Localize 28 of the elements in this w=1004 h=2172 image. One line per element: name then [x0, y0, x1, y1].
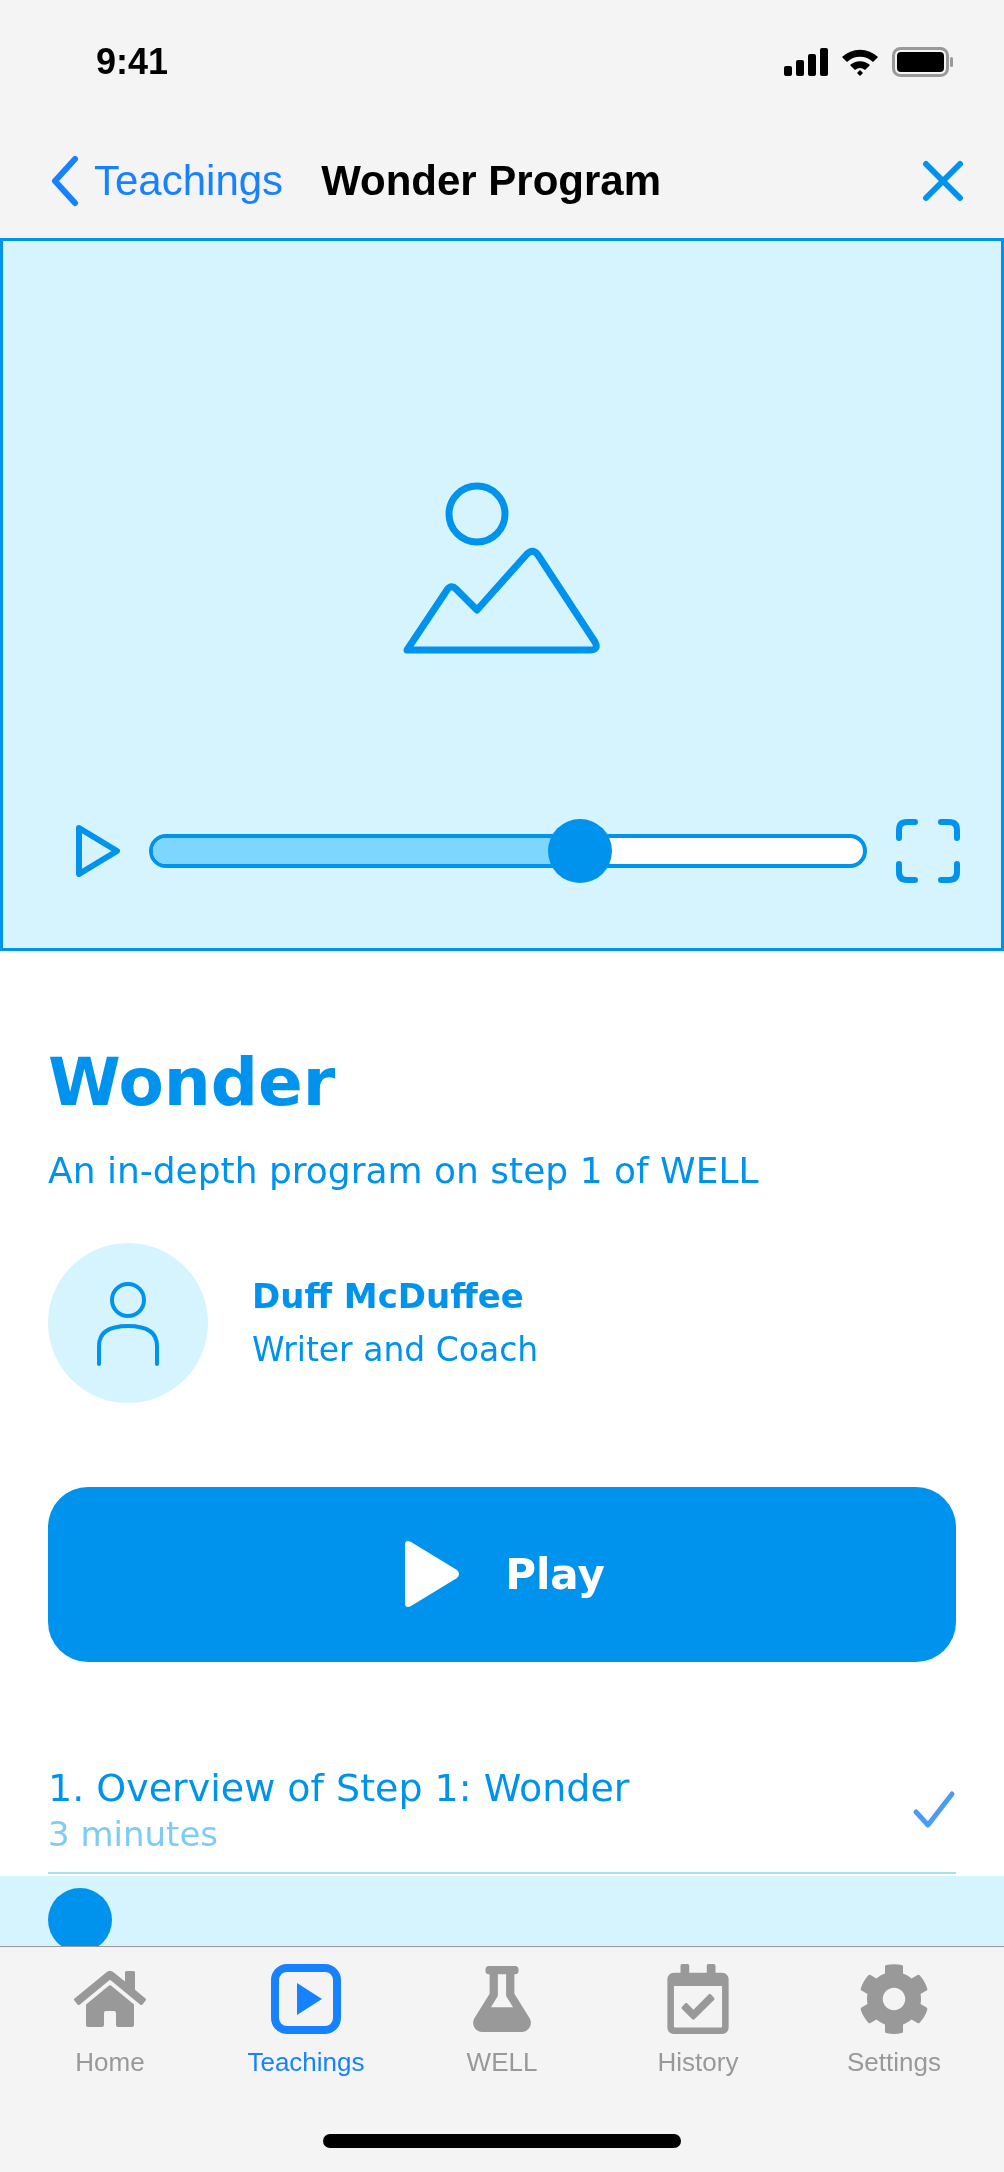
tab-item[interactable]: Home	[20, 1961, 200, 2078]
battery-icon	[892, 47, 954, 77]
seek-bar[interactable]	[149, 819, 867, 883]
screen-title: Wonder Program	[321, 157, 663, 205]
close-icon	[922, 160, 964, 202]
tab-item[interactable]: WELL	[412, 1961, 592, 2078]
tab-item[interactable]: Settings	[804, 1961, 984, 2078]
author-role: Writer and Coach	[252, 1330, 539, 1370]
program-title: Wonder	[48, 1047, 337, 1120]
tab-item[interactable]: Teachings	[216, 1961, 396, 2078]
play-button[interactable]: Play	[48, 1486, 956, 1662]
settings-icon	[858, 1963, 930, 2035]
program-subtitle: An in-depth program on step 1 of WELL	[48, 1149, 760, 1191]
back-button[interactable]: Teachings	[50, 155, 284, 207]
play-icon[interactable]	[75, 824, 121, 878]
status-time: 9:41	[96, 41, 169, 83]
close-button[interactable]	[922, 160, 964, 202]
lesson-duration: 3 minutes	[48, 1813, 220, 1854]
chevron-left-icon	[50, 155, 80, 207]
fullscreen-icon[interactable]	[895, 818, 961, 884]
row-circle-icon	[48, 1887, 112, 1946]
author-name: Duff McDuffee	[252, 1276, 525, 1317]
tab-item[interactable]: History	[608, 1961, 788, 2078]
signal-icon	[784, 48, 828, 76]
play-square-icon	[270, 1963, 342, 2035]
person-icon	[95, 1279, 161, 1366]
wifi-icon	[840, 47, 880, 77]
lesson-title[interactable]: 1. Overview of Step 1: Wonder	[48, 1765, 630, 1810]
